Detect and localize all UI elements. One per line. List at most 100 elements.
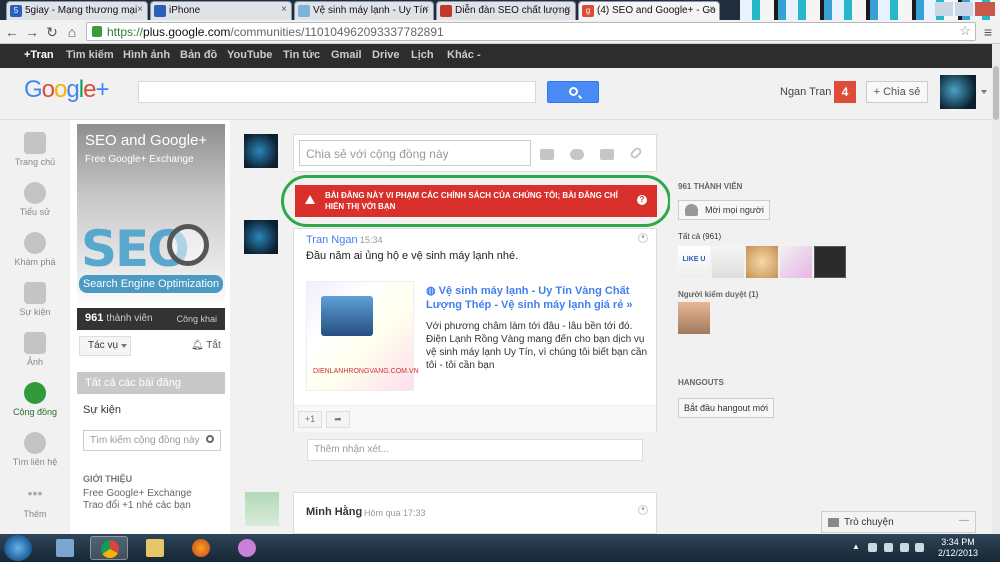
nav-more[interactable]: ••• Thêm xyxy=(0,484,70,519)
community-search-input[interactable]: Tìm kiếm cộng đồng này xyxy=(83,430,221,451)
browser-tab[interactable]: Vệ sinh máy lạnh - Uy Tín × xyxy=(294,1,434,20)
avatar[interactable] xyxy=(244,220,278,254)
gbar-item-more[interactable]: Khác - xyxy=(447,49,481,61)
video-icon[interactable] xyxy=(570,149,584,160)
nav-home[interactable]: Trang chủ xyxy=(0,132,70,167)
power-icon[interactable] xyxy=(884,543,893,552)
gbar-item-news[interactable]: Tin tức xyxy=(283,49,320,61)
member-avatar[interactable] xyxy=(746,246,778,278)
post-menu-icon[interactable]: ▾ xyxy=(638,505,648,515)
nav-events[interactable]: Sự kiện xyxy=(0,282,70,317)
reload-icon[interactable]: ↻ xyxy=(44,23,60,41)
share-arrow-icon[interactable]: ➦ xyxy=(326,411,350,428)
show-hidden-icons-icon[interactable]: ▲ xyxy=(852,542,861,551)
volume-icon[interactable] xyxy=(915,543,924,552)
google-plus-logo[interactable]: Google+ xyxy=(24,76,109,104)
minimize-icon[interactable] xyxy=(935,2,953,16)
chat-bar[interactable]: Trò chuyện — xyxy=(821,511,976,533)
close-window-icon[interactable] xyxy=(975,2,995,16)
post-author[interactable]: Minh Hằng xyxy=(306,506,362,518)
link-icon[interactable] xyxy=(628,145,644,161)
start-hangout-button[interactable]: Bắt đầu hangout mới xyxy=(678,398,774,418)
system-clock[interactable]: 3:34 PM 2/12/2013 xyxy=(930,537,986,559)
scrollbar-thumb[interactable] xyxy=(993,66,999,120)
gbar-item-youtube[interactable]: YouTube xyxy=(227,49,272,61)
search-button[interactable] xyxy=(547,81,599,103)
menu-icon[interactable]: ≡ xyxy=(980,23,996,41)
hangouts-heading: HANGOUTS xyxy=(678,378,724,387)
event-icon[interactable] xyxy=(600,149,614,160)
close-tab-icon[interactable]: × xyxy=(281,4,287,15)
bookmark-star-icon[interactable]: ☆ xyxy=(959,23,971,39)
post-menu-icon[interactable]: ▾ xyxy=(638,233,648,243)
notification-count[interactable]: 4 xyxy=(834,81,856,103)
url-field[interactable]: https://plus.google.com/communities/1101… xyxy=(86,22,976,41)
home-icon[interactable]: ⌂ xyxy=(64,23,80,41)
taskbar-app-firefox[interactable] xyxy=(182,536,220,560)
post-time[interactable]: Hôm qua 17:33 xyxy=(364,508,426,518)
close-tab-icon[interactable]: × xyxy=(709,4,715,15)
invite-button[interactable]: Mời mọi người xyxy=(678,200,770,220)
nav-label: Khám phá xyxy=(14,257,56,267)
search-input[interactable] xyxy=(138,81,536,103)
all-posts-tab[interactable]: Tất cả các bài đăng xyxy=(77,372,225,394)
post-time[interactable]: 15:34 xyxy=(360,235,383,245)
flag-icon[interactable] xyxy=(868,543,877,552)
camera-icon[interactable] xyxy=(540,149,554,160)
about-heading: GIỚI THIỆU xyxy=(83,474,133,484)
post-author[interactable]: Tran Ngan xyxy=(306,234,358,246)
taskbar-app-messenger[interactable] xyxy=(228,536,266,560)
link-title[interactable]: ◍ Vệ sinh máy lạnh - Uy Tín Vàng Chất Lư… xyxy=(426,284,648,312)
close-tab-icon[interactable]: × xyxy=(565,4,571,15)
moderator-avatar[interactable] xyxy=(678,302,710,334)
browser-tab[interactable]: 5 5giay - Mạng thương mại × xyxy=(6,1,148,20)
nav-explore[interactable]: Khám phá xyxy=(0,232,70,267)
all-members-link[interactable]: Tất cả (961) xyxy=(678,232,721,241)
close-tab-icon[interactable]: × xyxy=(423,4,429,15)
member-avatar[interactable] xyxy=(712,246,744,278)
avatar[interactable] xyxy=(244,134,278,168)
share-input[interactable]: Chia sẻ với cộng đồng này xyxy=(299,140,531,166)
nav-communities[interactable]: Cộng đồng xyxy=(0,382,70,417)
minimize-icon[interactable]: — xyxy=(959,515,969,526)
gbar-item-gmail[interactable]: Gmail xyxy=(331,49,362,61)
member-avatar[interactable] xyxy=(814,246,846,278)
nav-find-people[interactable]: Tìm liên hệ xyxy=(0,432,70,467)
avatar[interactable] xyxy=(940,75,976,109)
nav-photos[interactable]: Ảnh xyxy=(0,332,70,367)
gbar-item-calendar[interactable]: Lịch xyxy=(411,49,434,61)
chevron-down-icon[interactable] xyxy=(981,90,987,94)
post-stream: Chia sẻ với cộng đồng này BÀI ĐĂNG NÀY V… xyxy=(230,120,671,534)
member-avatar[interactable]: LIKE U xyxy=(678,246,710,278)
gbar-item-maps[interactable]: Bản đồ xyxy=(180,49,217,61)
gplus-header: Google+ Ngan Tran 4 + Chia sẻ xyxy=(0,68,992,120)
taskbar-app-explorer[interactable] xyxy=(136,536,174,560)
start-button[interactable] xyxy=(4,535,32,561)
avatar[interactable] xyxy=(245,492,279,526)
gbar-item-search[interactable]: Tìm kiếm xyxy=(66,49,114,61)
forward-icon[interactable]: → xyxy=(24,23,40,41)
mute-button[interactable]: 🔔︎ Tắt xyxy=(191,340,221,351)
user-name[interactable]: Ngan Tran xyxy=(780,86,831,98)
maximize-icon[interactable] xyxy=(955,2,973,16)
browser-tab[interactable]: iPhone × xyxy=(150,1,292,20)
browser-tab[interactable]: Diễn đàn SEO chất lượng × xyxy=(436,1,576,20)
link-preview-image[interactable]: DIENLANHRONGVANG.COM.VN xyxy=(306,281,419,391)
member-avatar[interactable] xyxy=(780,246,812,278)
close-tab-icon[interactable]: × xyxy=(137,4,143,15)
comment-input[interactable]: Thêm nhận xét... xyxy=(307,439,643,461)
browser-tab-active[interactable]: g (4) SEO and Google+ - Go × xyxy=(578,1,720,20)
gbar-item-plus-tran[interactable]: +Tran xyxy=(24,49,54,61)
taskbar-app-chrome[interactable] xyxy=(90,536,128,560)
taskbar-app-network[interactable] xyxy=(46,536,84,560)
scrollbar[interactable] xyxy=(992,44,1000,534)
post-text: Đầu năm ai ủng hộ e vệ sinh máy lạnh nhé… xyxy=(306,250,519,262)
gbar-item-images[interactable]: Hình ảnh xyxy=(123,49,170,61)
network-tray-icon[interactable] xyxy=(900,543,909,552)
back-icon[interactable]: ← xyxy=(4,23,20,41)
gbar-item-drive[interactable]: Drive xyxy=(372,49,400,61)
nav-profile[interactable]: Tiểu sử xyxy=(0,182,70,217)
share-button[interactable]: + Chia sẻ xyxy=(866,81,928,103)
events-link[interactable]: Sự kiện xyxy=(83,404,121,416)
plus-one-button[interactable]: +1 xyxy=(298,411,322,428)
